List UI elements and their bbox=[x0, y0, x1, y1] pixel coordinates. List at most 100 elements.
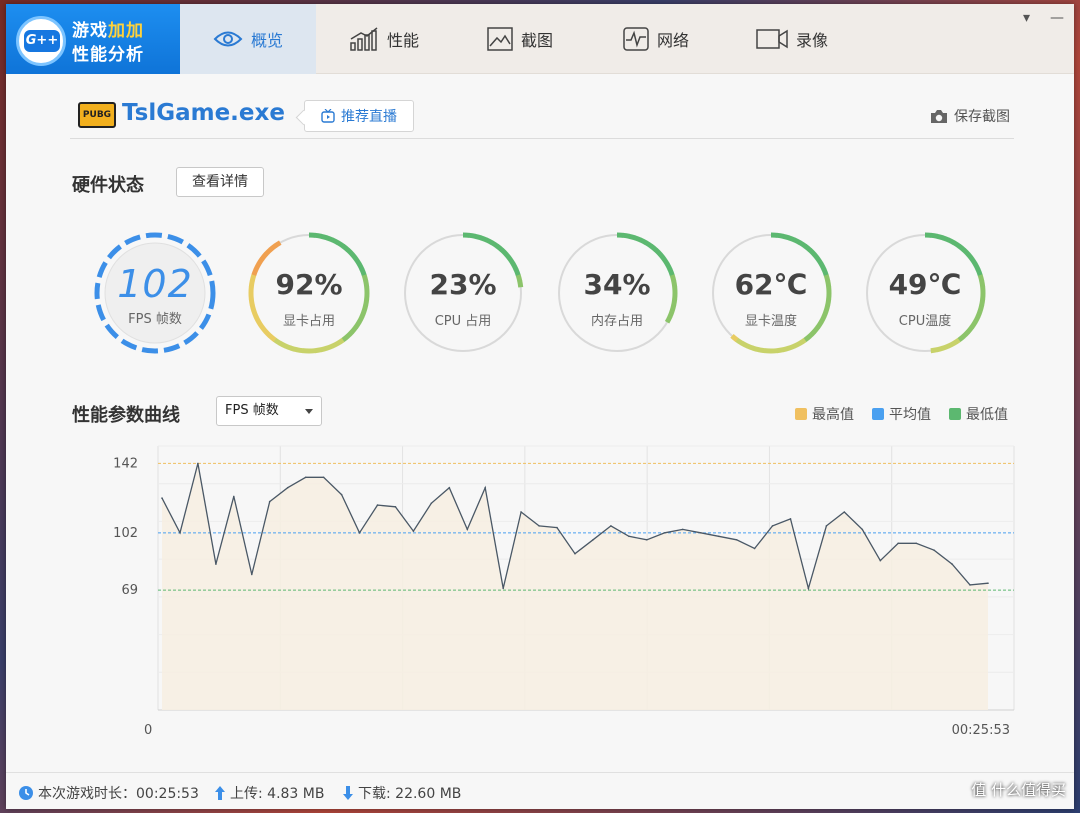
gpu-temp-gauge: 62℃ 显卡温度 bbox=[708, 230, 834, 356]
fps-point bbox=[628, 535, 630, 538]
eye-icon bbox=[213, 31, 243, 47]
cpu-usage-label: CPU 占用 bbox=[434, 314, 492, 329]
y-tick-label: 69 bbox=[121, 583, 138, 598]
game-title: TslGame.exe bbox=[122, 100, 285, 126]
gauge-arc-segment bbox=[341, 334, 350, 343]
gauge-arc-segment bbox=[326, 235, 334, 243]
tab-network[interactable]: 网络 bbox=[588, 4, 724, 74]
legend-swatch-min bbox=[949, 408, 961, 420]
app-window: G++ 游戏加加 性能分析 概览 性能 截图 网络 录像 ▾ — PUBG Ts… bbox=[6, 4, 1074, 809]
play-duration-text: 本次游戏时长：00:25:53 bbox=[38, 786, 199, 802]
fps-point bbox=[861, 528, 864, 531]
fps-point bbox=[735, 539, 738, 541]
fps-point bbox=[304, 476, 307, 479]
fps-point bbox=[215, 563, 217, 565]
arrow-up-icon bbox=[215, 786, 225, 800]
logo-badge: G++ bbox=[16, 16, 66, 66]
tab-recording[interactable]: 录像 bbox=[724, 4, 860, 74]
memory-usage-value: 34% bbox=[583, 268, 651, 301]
play-duration: 本次游戏时长：00:25:53 bbox=[18, 783, 199, 803]
gauge-arc-segment bbox=[500, 248, 509, 257]
tab-screenshot[interactable]: 截图 bbox=[452, 4, 588, 74]
gauge-arc-segment bbox=[331, 341, 340, 349]
cpu-temp-label: CPU温度 bbox=[898, 314, 952, 329]
gauge-arc-segment bbox=[634, 235, 642, 243]
minimize-button[interactable]: — bbox=[1050, 10, 1064, 26]
watermark: 值 什么值得买 bbox=[971, 781, 1066, 799]
fps-point bbox=[574, 552, 576, 555]
gauge-arc-segment bbox=[639, 237, 648, 246]
fps-point bbox=[681, 528, 684, 531]
gauge-arc-segment bbox=[793, 341, 802, 349]
gauge-arc-segment bbox=[320, 345, 328, 353]
fps-point bbox=[843, 511, 846, 513]
cpu-usage-gauge: 23% CPU 占用 bbox=[400, 230, 526, 356]
gauge-arc-segment bbox=[812, 252, 821, 261]
fps-point bbox=[771, 525, 774, 527]
fps-point bbox=[448, 486, 451, 489]
video-icon bbox=[756, 29, 788, 49]
x-start-label: 0 bbox=[144, 723, 152, 738]
gauge-arc-segment bbox=[966, 252, 975, 261]
menu-dropdown-button[interactable]: ▾ bbox=[1023, 10, 1030, 26]
fps-point bbox=[789, 518, 792, 520]
fps-point bbox=[161, 497, 163, 499]
gpu-usage-value: 92% bbox=[275, 268, 343, 301]
tab-performance[interactable]: 性能 bbox=[316, 4, 452, 74]
gpu-temp-label: 显卡温度 bbox=[744, 314, 797, 329]
logo-title-line2: 性能分析 bbox=[72, 45, 144, 65]
recommend-stream-button[interactable]: 推荐直播 bbox=[304, 100, 414, 132]
fps-point bbox=[646, 539, 648, 541]
gauge-arc-segment bbox=[962, 248, 971, 257]
gauge-arc-segment bbox=[952, 240, 961, 249]
app-logo: G++ 游戏加加 性能分析 bbox=[6, 4, 180, 74]
tab-label: 概览 bbox=[250, 31, 283, 50]
legend-swatch-avg bbox=[872, 408, 884, 420]
gauge-arc-segment bbox=[346, 248, 355, 257]
legend-min: 最低值 bbox=[949, 404, 1008, 424]
gauge-arc-segment bbox=[345, 330, 354, 339]
fps-curve-chart: 142 102 69 0 00:25:53 bbox=[113, 445, 1015, 738]
metric-select[interactable]: FPS 帧数 bbox=[216, 396, 322, 426]
gauge-arc-segment bbox=[314, 347, 322, 354]
gauge-arc-segment bbox=[331, 237, 340, 246]
fps-point bbox=[951, 563, 953, 565]
cpu-temp-gauge: 49℃ CPU温度 bbox=[862, 230, 988, 356]
save-screenshot-button[interactable]: 保存截图 bbox=[930, 106, 1010, 126]
fps-area bbox=[162, 463, 988, 710]
view-details-button[interactable]: 查看详情 bbox=[176, 167, 264, 197]
gauge-arc-segment bbox=[495, 244, 504, 252]
gauge-arc-segment bbox=[803, 244, 812, 252]
gauge-arc-segment bbox=[957, 334, 966, 343]
clock-icon bbox=[19, 786, 33, 800]
metric-select-value: FPS 帧数 bbox=[225, 403, 279, 418]
gauge-arc-segment bbox=[263, 329, 272, 338]
fps-point bbox=[502, 587, 505, 590]
gauge-arc-segment bbox=[654, 248, 663, 257]
camera-icon bbox=[931, 109, 947, 123]
legend-max: 最高值 bbox=[795, 404, 854, 424]
gauge-arc-segment bbox=[969, 257, 978, 266]
gauge-arc-segment bbox=[480, 235, 488, 243]
gauge-arc-segment bbox=[782, 345, 790, 353]
gauge-arc-segment bbox=[746, 343, 754, 351]
fps-point bbox=[915, 542, 917, 545]
gauge-arc-segment bbox=[649, 244, 658, 252]
legend-label: 最低值 bbox=[966, 407, 1008, 423]
fps-label: FPS 帧数 bbox=[128, 312, 182, 327]
fps-point bbox=[897, 542, 899, 545]
download-stat: 下载: 22.60 MB bbox=[342, 783, 461, 803]
chevron-down-icon bbox=[305, 409, 313, 414]
fps-gauge: 102 FPS 帧数 bbox=[92, 230, 218, 356]
gauge-arc-segment bbox=[798, 240, 807, 249]
gauge-arc-segment bbox=[930, 347, 938, 354]
tab-overview[interactable]: 概览 bbox=[180, 4, 316, 74]
chart-legend: 最高值 平均值 最低值 bbox=[795, 404, 1008, 424]
legend-swatch-max bbox=[795, 408, 807, 420]
gauge-arc-segment bbox=[952, 337, 961, 346]
fps-point bbox=[699, 532, 702, 534]
x-end-label: 00:25:53 bbox=[952, 723, 1010, 738]
y-tick-label: 102 bbox=[113, 526, 138, 541]
gauge-arc-segment bbox=[507, 257, 516, 266]
gauge-arc-segment bbox=[320, 233, 328, 241]
